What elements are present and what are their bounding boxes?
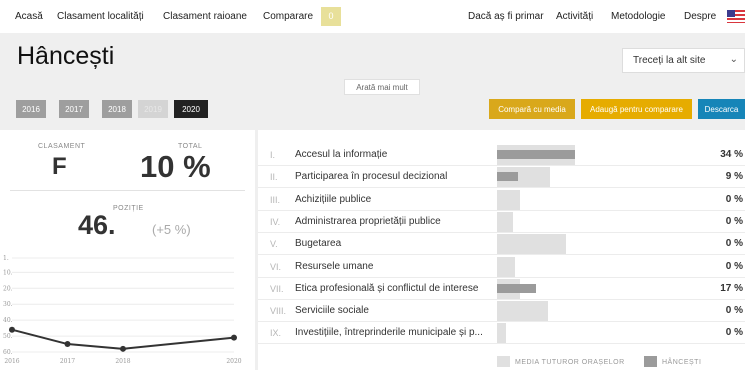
category-row[interactable]: V. Bugetarea 0 % (258, 233, 745, 256)
rank-label: CLASAMENT (38, 143, 86, 150)
category-label: Etica profesională și conflictul de inte… (295, 282, 479, 294)
x-tick-label: 2018 (115, 358, 130, 365)
category-label: Administrarea proprietății publice (295, 215, 441, 227)
local-bar (497, 283, 537, 293)
category-number: II. (270, 172, 278, 183)
category-percent: 0 % (725, 327, 743, 339)
category-row[interactable]: VIII. Serviciile sociale 0 % (258, 300, 745, 323)
data-point[interactable] (231, 334, 237, 341)
average-bar (497, 234, 566, 255)
nav-link-compare[interactable]: Comparare (263, 11, 313, 22)
category-row[interactable]: III. Achizițiile publice 0 % (258, 189, 745, 211)
site-select-value: Treceți la alt site (633, 55, 706, 66)
y-tick-label: 20. (3, 285, 13, 292)
nav-link-localities-ranking[interactable]: Clasament localități (57, 11, 144, 22)
y-tick-label: 10. (3, 269, 13, 276)
category-label: Bugetarea (295, 238, 342, 250)
category-number: III. (270, 194, 281, 205)
local-bar (497, 150, 576, 159)
compare-count-badge[interactable]: 0 (321, 7, 341, 26)
y-tick-label: 60. (3, 349, 13, 356)
data-point[interactable] (9, 326, 15, 333)
category-percent: 0 % (725, 193, 743, 205)
download-button[interactable]: Descarca (698, 99, 745, 119)
nav-link-if-mayor[interactable]: Dacă aș fi primar (468, 11, 544, 22)
legend-average-swatch (497, 356, 510, 367)
category-row[interactable]: VI. Resursele umane 0 % (258, 256, 745, 278)
position-history-chart: 1. 10. 20. 30. 40. 50. 60. 2016 2017 2018 2020 (3, 255, 242, 365)
x-tick-label: 2016 (4, 358, 19, 365)
category-label: Participarea în procesul decizional (295, 171, 448, 183)
top-navigation: Acasă Clasament localități Clasament rai… (0, 0, 745, 33)
category-number: VII. (270, 283, 284, 294)
x-tick-label: 2017 (60, 358, 75, 365)
nav-link-about[interactable]: Despre (684, 11, 716, 22)
category-label: Serviciile sociale (295, 305, 369, 317)
rank-grade: F (52, 153, 67, 180)
nav-link-home[interactable]: Acasă (15, 11, 43, 22)
year-button-2018[interactable]: 2018 (102, 100, 132, 118)
nav-link-activities[interactable]: Activități (556, 11, 593, 22)
local-bar (497, 172, 518, 182)
category-number: I. (270, 150, 276, 160)
category-label: Resursele umane (295, 260, 374, 272)
position-change: (+5 %) (152, 222, 191, 237)
average-bar (497, 323, 507, 344)
category-percent: 0 % (725, 215, 743, 227)
category-label: Achizițiile publice (295, 193, 372, 205)
legend-local-label: HÂNCEȘTI (662, 359, 702, 366)
nav-link-methodology[interactable]: Metodologie (611, 11, 665, 22)
y-tick-label: 40. (3, 317, 13, 324)
page-title: Hâncești (17, 42, 115, 70)
summary-divider (10, 190, 245, 191)
total-score: 10 % (140, 149, 211, 184)
category-number: VIII. (270, 306, 287, 317)
legend-average-label: MEDIA TUTUROR ORAȘELOR (515, 359, 625, 366)
category-percent: 9 % (725, 171, 743, 183)
flag-canton (727, 10, 735, 17)
y-tick-label: 30. (3, 301, 13, 308)
show-more-button[interactable]: Arată mai mult (344, 79, 420, 95)
average-bar (497, 189, 520, 210)
add-to-comparison-button[interactable]: Adaugă pentru comparare (581, 99, 692, 119)
data-point[interactable] (64, 341, 71, 348)
category-row[interactable]: IV. Administrarea proprietății publice 0 % (258, 211, 745, 233)
nav-link-districts-ranking[interactable]: Clasament raioane (163, 11, 247, 22)
y-tick-label: 50. (3, 333, 13, 340)
average-bar (497, 256, 516, 277)
category-percent: 0 % (725, 260, 743, 272)
x-tick-label: 2020 (226, 358, 241, 365)
category-row[interactable]: IX. Investițiile, întreprinderile municip… (258, 322, 745, 345)
year-button-2017[interactable]: 2017 (59, 100, 89, 118)
data-point[interactable] (120, 345, 126, 352)
year-button-2020[interactable]: 2020 (174, 100, 208, 118)
category-number: IV. (270, 216, 281, 227)
category-percent: 0 % (725, 305, 743, 317)
year-button-2016[interactable]: 2016 (16, 100, 46, 118)
chevron-down-icon: ⌄ (729, 54, 738, 65)
category-label: Investițiile, întreprinderile municipale… (295, 327, 483, 339)
category-percent: 0 % (725, 238, 743, 250)
legend-local-swatch (644, 356, 657, 367)
category-percent: 17 % (720, 282, 743, 294)
average-bar (497, 301, 548, 322)
average-bar (497, 211, 514, 232)
category-label: Accesul la informație (295, 149, 388, 160)
category-row[interactable]: VII. Etica profesională și conflictul de … (258, 278, 745, 300)
category-row[interactable]: II. Participarea în procesul decizional 9 … (258, 166, 745, 189)
category-number: IX. (270, 328, 282, 339)
category-number: V. (270, 239, 278, 250)
y-tick-label: 1. (3, 255, 9, 262)
position-value: 46. (78, 210, 116, 240)
position-label: POZIȚIE (113, 205, 144, 212)
site-select[interactable]: Treceți la alt site ⌄ (622, 48, 745, 73)
us-flag-icon[interactable] (727, 10, 745, 23)
compare-with-average-button[interactable]: Compară cu media (489, 99, 575, 119)
category-percent: 34 % (720, 149, 743, 160)
category-number: VI. (270, 261, 282, 272)
year-button-2019: 2019 (138, 100, 168, 118)
category-row[interactable]: I. Accesul la informație 34 % (258, 144, 745, 166)
